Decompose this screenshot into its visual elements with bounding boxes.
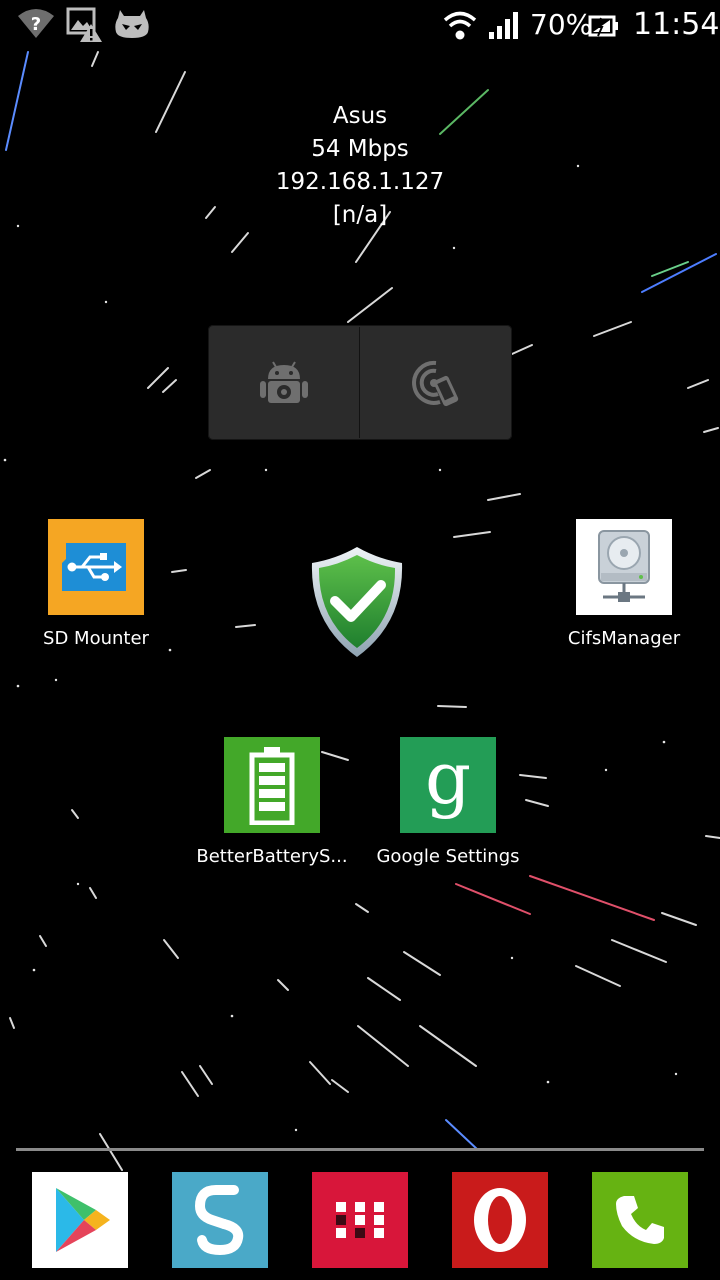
dock-swiftkey[interactable] [172,1172,268,1268]
app-label: SD Mounter [43,628,149,649]
app-sd-mounter[interactable]: SD Mounter [11,519,181,650]
security-shield-widget[interactable] [306,545,408,659]
cell-signal-icon [489,12,518,39]
battery-icon [224,737,320,833]
wifi-question-icon: ? [18,9,54,38]
dock-play-store[interactable] [32,1172,128,1268]
app-betterbatterystats[interactable]: BetterBatteryS... [187,737,357,868]
svg-text:?: ? [31,14,41,35]
wifi-extra-info: [n/a] [332,202,388,228]
google-g-icon: g [400,737,496,833]
cyanogen-mascot-icon [115,10,149,38]
battery-charging-icon [588,15,618,37]
app-cifsmanager[interactable]: CifsManager [539,519,709,650]
phone-icon [616,1196,664,1244]
wifi-network-name: Asus [332,103,388,129]
network-drive-icon [576,519,672,615]
dock-phone[interactable] [592,1172,688,1268]
usb-sd-card-icon [48,519,144,615]
app-label: Google Settings [376,846,520,867]
security-shield-check-icon [311,547,403,657]
app-label: CifsManager [567,628,681,649]
app-google-settings[interactable]: g Google Settings [363,737,533,868]
wifi-info-widget[interactable]: Asus 54 Mbps 192.168.1.127 [n/a] [210,100,510,232]
status-bar: ? 70% 11:54 [0,0,720,50]
nfc-toggle[interactable] [360,325,511,440]
dock-opera[interactable] [452,1172,548,1268]
svg-text:g: g [425,745,471,820]
dock-app-drawer[interactable] [312,1172,408,1268]
image-warning-icon [66,7,102,42]
battery-percent: 70% [530,8,593,41]
wifi-signal-icon [443,11,477,40]
swiftkey-icon [194,1185,244,1256]
quick-toggle-widget [208,325,512,440]
dock-divider [16,1148,704,1151]
wifi-ip-address: 192.168.1.127 [275,169,445,195]
app-drawer-grid-icon [336,1202,384,1238]
nfc-phone-icon [411,360,458,406]
clock: 11:54 [633,7,720,42]
app-label: BetterBatteryS... [196,846,348,867]
play-store-icon [56,1188,110,1252]
wifi-link-speed: 54 Mbps [311,136,409,162]
android-settings-icon [259,360,308,403]
opera-icon [474,1188,526,1252]
android-settings-toggle[interactable] [208,325,359,440]
home-screen: ? 70% 11:54 Asus 54 Mbps 192.168.1.127 [… [0,0,720,1280]
